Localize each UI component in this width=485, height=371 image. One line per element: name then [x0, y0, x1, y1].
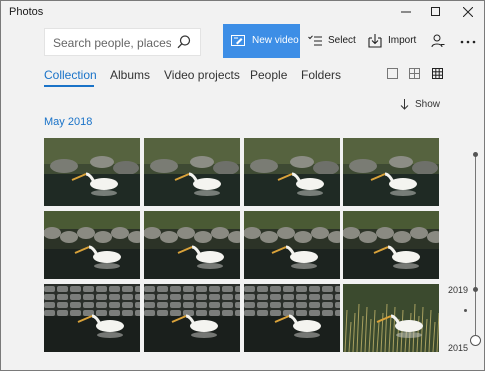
select-button[interactable]: Select: [308, 24, 356, 58]
import-button[interactable]: Import: [368, 24, 418, 58]
pelican-photo-image: [144, 211, 240, 279]
photo-thumbnail[interactable]: [44, 284, 140, 352]
minimize-icon: [401, 11, 411, 13]
pelican-photo-image: [44, 211, 140, 279]
pelican-photo-image: [244, 284, 340, 352]
timeline-label-2015[interactable]: 2015: [448, 343, 468, 353]
pelican-photo-image: [144, 138, 240, 206]
photos-window: Photos New video: [0, 0, 485, 371]
photo-thumbnail[interactable]: [44, 138, 140, 206]
select-label: Select: [328, 35, 356, 46]
photo-thumbnail[interactable]: [244, 138, 340, 206]
medium-tiles-view-icon[interactable]: [409, 68, 421, 80]
photo-thumbnail[interactable]: [343, 211, 439, 279]
title-bar: Photos: [1, 1, 484, 23]
tab-people[interactable]: People: [250, 68, 287, 82]
tab-active-indicator: [44, 85, 94, 87]
select-list-icon: [308, 35, 322, 46]
tab-folders[interactable]: Folders: [301, 68, 341, 82]
timeline-year-marker: [473, 287, 478, 292]
search-icon[interactable]: [177, 35, 191, 49]
timeline-top-marker: [473, 152, 478, 157]
arrow-down-icon: [400, 98, 409, 110]
photo-thumbnail[interactable]: [244, 211, 340, 279]
maximize-button[interactable]: [421, 1, 451, 23]
new-video-button[interactable]: New video: [223, 24, 300, 58]
timeline-scrubber-handle[interactable]: [470, 335, 481, 346]
pelican-photo-image: [44, 138, 140, 206]
timeline-minor-marker: [464, 309, 467, 312]
timeline-label-2019[interactable]: 2019: [448, 285, 468, 295]
pelican-photo-image: [244, 211, 340, 279]
pelican-photo-image: [44, 284, 140, 352]
pelican-photo-image: [244, 138, 340, 206]
more-ellipsis-icon: [460, 40, 476, 44]
tab-albums[interactable]: Albums: [110, 68, 150, 82]
tab-collection[interactable]: Collection: [44, 68, 97, 82]
photo-thumbnail[interactable]: [343, 138, 439, 206]
timeline-track: [475, 154, 476, 340]
photo-thumbnail[interactable]: [44, 211, 140, 279]
small-tiles-view-icon[interactable]: [432, 68, 444, 80]
import-label: Import: [388, 35, 417, 46]
minimize-button[interactable]: [391, 1, 421, 23]
photo-thumbnail[interactable]: [144, 138, 240, 206]
pelican-photo-image: [343, 211, 439, 279]
large-tiles-view-icon[interactable]: [387, 68, 399, 80]
person-add-icon: [431, 34, 445, 48]
import-icon: [368, 34, 382, 48]
show-button[interactable]: Show: [400, 97, 440, 111]
more-button[interactable]: [459, 24, 477, 58]
close-button[interactable]: [453, 1, 483, 23]
show-label: Show: [415, 98, 441, 110]
app-title: Photos: [9, 6, 44, 18]
photo-thumbnail[interactable]: [144, 284, 240, 352]
maximize-icon: [431, 7, 440, 16]
close-icon: [463, 7, 473, 17]
pelican-photo-image: [343, 284, 439, 352]
photo-thumbnail[interactable]: [144, 211, 240, 279]
video-edit-icon: [231, 35, 245, 46]
section-date-heading: May 2018: [44, 116, 93, 128]
photo-thumbnail[interactable]: [343, 284, 439, 352]
account-button[interactable]: [430, 24, 446, 58]
search-input[interactable]: [53, 35, 171, 51]
new-video-label: New video: [252, 35, 299, 46]
search-box[interactable]: [44, 28, 201, 56]
photo-thumbnail[interactable]: [244, 284, 340, 352]
tab-video-projects[interactable]: Video projects: [164, 68, 240, 82]
pelican-photo-image: [343, 138, 439, 206]
pelican-photo-image: [144, 284, 240, 352]
